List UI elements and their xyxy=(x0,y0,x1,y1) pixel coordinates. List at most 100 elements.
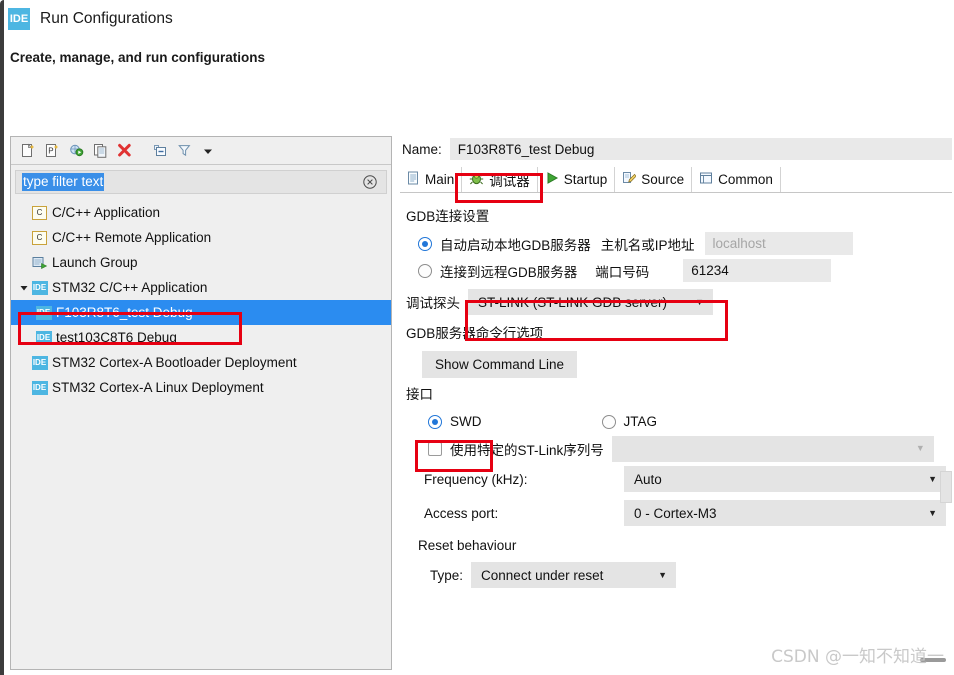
debug-probe-select[interactable]: ST-LINK (ST-LINK GDB server) ▼ xyxy=(468,289,713,315)
debug-probe-row: 调试探头 ST-LINK (ST-LINK GDB server) ▼ xyxy=(406,284,952,320)
tree-item-label: F103R8T6_test Debug xyxy=(56,305,193,320)
port-input[interactable]: 61234 xyxy=(683,259,832,282)
tree-item-launch-group[interactable]: Launch Group xyxy=(11,250,391,275)
reset-type-row: Type: Connect under reset ▼ xyxy=(406,558,952,592)
serial-number-select: ▼ xyxy=(611,435,934,462)
host-label: 主机名或IP地址 xyxy=(600,237,695,253)
interface-group-label: 接口 xyxy=(406,387,433,402)
tree-item-label: STM32 Cortex-A Bootloader Deployment xyxy=(52,355,297,370)
tree-item-stm32-cortex-a-bootloader-deployment[interactable]: IDE STM32 Cortex-A Bootloader Deployment xyxy=(11,350,391,375)
tab-debugger[interactable]: 调试器 xyxy=(462,167,538,192)
auto-start-gdb-radio[interactable] xyxy=(418,236,432,251)
collapse-all-icon[interactable] xyxy=(148,139,172,163)
tab-label: Source xyxy=(641,172,685,187)
svg-text:P: P xyxy=(48,147,53,156)
tree-item-label: C/C++ Remote Application xyxy=(52,230,212,245)
app-icon: IDE xyxy=(8,8,30,30)
tree-item-test103c8t6-debug[interactable]: IDE test103C8T6 Debug xyxy=(11,325,391,350)
tree-item-label: STM32 Cortex-A Linux Deployment xyxy=(52,380,264,395)
tree-item-f103r8t6-test-debug[interactable]: IDE F103R8T6_test Debug xyxy=(11,300,391,325)
interface-radios-row: SWD JTAG xyxy=(406,408,952,435)
tab-label: Startup xyxy=(563,172,608,187)
tab-label: Common xyxy=(718,172,773,187)
ide-icon: IDE xyxy=(35,330,52,345)
tab-main[interactable]: Main xyxy=(400,167,463,192)
filter-icon[interactable] xyxy=(172,139,196,163)
document-icon xyxy=(407,171,420,188)
chevron-down-icon[interactable] xyxy=(17,283,31,293)
window-title: Run Configurations xyxy=(40,10,173,27)
tree-item-stm32-cortex-a-linux-deployment[interactable]: IDE STM32 Cortex-A Linux Deployment xyxy=(11,375,391,400)
name-label: Name: xyxy=(402,141,442,157)
host-input[interactable]: localhost xyxy=(704,232,853,255)
auto-start-gdb-label: 自动启动本地GDB服务器 xyxy=(440,237,591,253)
frequency-select[interactable]: Auto ▼ xyxy=(624,466,946,492)
frequency-row: Frequency (kHz): Auto ▼ xyxy=(406,462,952,496)
tab-source[interactable]: Source xyxy=(615,167,693,192)
name-row: Name: F103R8T6_test Debug xyxy=(400,136,952,162)
jtag-label: JTAG xyxy=(623,414,658,429)
tree-item-label: test103C8T6 Debug xyxy=(56,330,177,345)
debug-probe-label: 调试探头 xyxy=(406,296,460,311)
reset-type-label: Type: xyxy=(430,567,464,583)
reset-type-select[interactable]: Connect under reset ▼ xyxy=(471,562,677,588)
use-serial-checkbox[interactable] xyxy=(428,441,442,456)
filter-input-value: type filter text xyxy=(22,173,105,191)
debug-probe-value: ST-LINK (ST-LINK GDB server) xyxy=(478,294,668,310)
export-icon[interactable] xyxy=(64,139,88,163)
page-subtitle: Create, manage, and run configurations xyxy=(10,50,266,65)
frequency-value: Auto xyxy=(634,471,662,487)
name-input[interactable]: F103R8T6_test Debug xyxy=(449,138,952,160)
new-prototype-icon[interactable]: P xyxy=(40,139,64,163)
chevron-down-icon: ▼ xyxy=(695,296,704,307)
launch-group-icon xyxy=(31,255,48,270)
tree-item-stm32-c-cpp-application[interactable]: IDE STM32 C/C++ Application xyxy=(11,275,391,300)
debugger-bug-icon xyxy=(469,171,484,189)
window-left-edge xyxy=(0,0,4,675)
common-table-icon xyxy=(699,171,713,188)
c-app-icon: C xyxy=(31,205,48,220)
reset-behaviour-group-label: Reset behaviour xyxy=(418,538,517,553)
titlebar: IDE Run Configurations xyxy=(8,8,173,30)
jtag-radio[interactable] xyxy=(601,414,616,429)
configurations-toolbar: P xyxy=(11,137,391,165)
remote-gdb-label: 连接到远程GDB服务器 xyxy=(440,264,578,280)
chevron-down-icon: ▼ xyxy=(928,473,937,484)
tab-bar-filler xyxy=(781,167,952,192)
tree-item-label: C/C++ Application xyxy=(52,205,161,220)
vertical-scrollbar[interactable] xyxy=(940,471,952,503)
delete-icon[interactable] xyxy=(112,139,136,163)
frequency-label: Frequency (kHz): xyxy=(424,471,528,487)
filter-input[interactable]: type filter text xyxy=(15,170,387,194)
new-configuration-icon[interactable] xyxy=(16,139,40,163)
gdb-server-options-group-label: GDB服务器命令行选项 xyxy=(406,326,544,341)
tree-item-label: Launch Group xyxy=(52,255,138,270)
show-command-line-button[interactable]: Show Command Line xyxy=(422,350,578,378)
remote-gdb-radio[interactable] xyxy=(418,263,432,278)
clear-icon[interactable] xyxy=(362,174,378,190)
ide-icon: IDE xyxy=(31,380,48,395)
duplicate-icon[interactable] xyxy=(88,139,112,163)
remote-gdb-row: 连接到远程GDB服务器 端口号码 61234 xyxy=(406,257,952,284)
tree-item-c-cpp-application[interactable]: C C/C++ Application xyxy=(11,200,391,225)
use-serial-label: 使用特定的ST-Link序列号 xyxy=(450,442,604,458)
access-port-value: 0 - Cortex-M3 xyxy=(634,505,717,521)
chevron-down-icon: ▼ xyxy=(658,569,668,580)
use-serial-row: 使用特定的ST-Link序列号 ▼ xyxy=(406,435,952,462)
chevron-down-icon: ▼ xyxy=(928,507,937,518)
access-port-select[interactable]: 0 - Cortex-M3 ▼ xyxy=(624,500,946,526)
run-play-icon xyxy=(545,171,559,188)
swd-radio[interactable] xyxy=(428,414,442,429)
debugger-form: GDB连接设置 自动启动本地GDB服务器 主机名或IP地址 localhost … xyxy=(400,193,952,592)
view-menu-icon[interactable] xyxy=(196,139,220,163)
configuration-editor: Name: F103R8T6_test Debug Main 调试器 Start… xyxy=(400,136,952,675)
watermark: CSDN @一知不知道一 xyxy=(771,647,944,667)
tab-bar: Main 调试器 Startup Source Common xyxy=(400,167,952,193)
chevron-down-icon: ▼ xyxy=(915,443,925,453)
tree-item-label: STM32 C/C++ Application xyxy=(52,280,208,295)
tab-startup[interactable]: Startup xyxy=(538,167,616,192)
run-configurations-window: IDE Run Configurations Create, manage, a… xyxy=(0,0,954,675)
tab-common[interactable]: Common xyxy=(692,167,781,192)
tree-item-c-cpp-remote-application[interactable]: C C/C++ Remote Application xyxy=(11,225,391,250)
configurations-tree[interactable]: C C/C++ Application C C/C++ Remote Appli… xyxy=(11,200,391,400)
